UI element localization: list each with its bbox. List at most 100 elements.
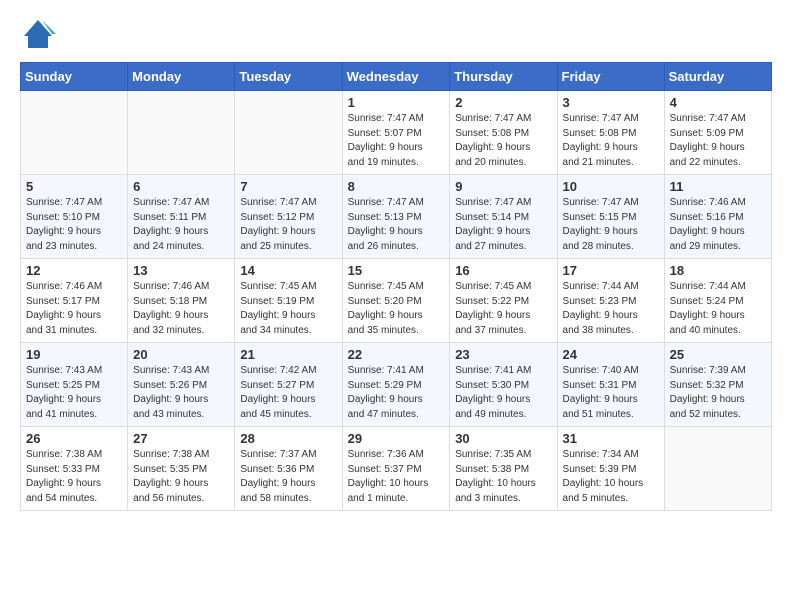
- day-number: 18: [670, 263, 766, 278]
- day-number: 25: [670, 347, 766, 362]
- day-info: Sunrise: 7:47 AM Sunset: 5:12 PM Dayligh…: [240, 196, 336, 254]
- calendar-cell: [664, 427, 771, 511]
- day-info: Sunrise: 7:47 AM Sunset: 5:08 PM Dayligh…: [563, 112, 659, 170]
- day-info: Sunrise: 7:35 AM Sunset: 5:38 PM Dayligh…: [455, 448, 551, 506]
- day-number: 30: [455, 431, 551, 446]
- calendar-cell: [128, 91, 235, 175]
- calendar-header: SundayMondayTuesdayWednesdayThursdayFrid…: [21, 63, 772, 91]
- day-info: Sunrise: 7:47 AM Sunset: 5:13 PM Dayligh…: [348, 196, 445, 254]
- day-number: 12: [26, 263, 122, 278]
- calendar-cell: 27 Sunrise: 7:38 AM Sunset: 5:35 PM Dayli…: [128, 427, 235, 511]
- calendar-cell: 3 Sunrise: 7:47 AM Sunset: 5:08 PM Daylig…: [557, 91, 664, 175]
- day-info: Sunrise: 7:46 AM Sunset: 5:17 PM Dayligh…: [26, 280, 122, 338]
- calendar-cell: 7 Sunrise: 7:47 AM Sunset: 5:12 PM Daylig…: [235, 175, 342, 259]
- calendar-week-row: 26 Sunrise: 7:38 AM Sunset: 5:33 PM Dayli…: [21, 427, 772, 511]
- weekday-header-tuesday: Tuesday: [235, 63, 342, 91]
- calendar-week-row: 5 Sunrise: 7:47 AM Sunset: 5:10 PM Daylig…: [21, 175, 772, 259]
- calendar-cell: [21, 91, 128, 175]
- day-number: 15: [348, 263, 445, 278]
- day-number: 5: [26, 179, 122, 194]
- logo: [20, 16, 60, 52]
- calendar-cell: 5 Sunrise: 7:47 AM Sunset: 5:10 PM Daylig…: [21, 175, 128, 259]
- day-number: 10: [563, 179, 659, 194]
- day-number: 7: [240, 179, 336, 194]
- day-info: Sunrise: 7:45 AM Sunset: 5:22 PM Dayligh…: [455, 280, 551, 338]
- day-number: 14: [240, 263, 336, 278]
- calendar-cell: 24 Sunrise: 7:40 AM Sunset: 5:31 PM Dayli…: [557, 343, 664, 427]
- calendar-cell: 14 Sunrise: 7:45 AM Sunset: 5:19 PM Dayli…: [235, 259, 342, 343]
- day-info: Sunrise: 7:41 AM Sunset: 5:29 PM Dayligh…: [348, 364, 445, 422]
- calendar-cell: 31Sunrise: 7:34 AM Sunset: 5:39 PM Dayli…: [557, 427, 664, 511]
- day-number: 3: [563, 95, 659, 110]
- day-info: Sunrise: 7:42 AM Sunset: 5:27 PM Dayligh…: [240, 364, 336, 422]
- calendar-week-row: 19 Sunrise: 7:43 AM Sunset: 5:25 PM Dayli…: [21, 343, 772, 427]
- day-info: Sunrise: 7:39 AM Sunset: 5:32 PM Dayligh…: [670, 364, 766, 422]
- day-number: 16: [455, 263, 551, 278]
- day-number: 22: [348, 347, 445, 362]
- day-number: 17: [563, 263, 659, 278]
- page: SundayMondayTuesdayWednesdayThursdayFrid…: [0, 0, 792, 527]
- day-number: 6: [133, 179, 229, 194]
- day-number: 26: [26, 431, 122, 446]
- calendar-cell: 29 Sunrise: 7:36 AM Sunset: 5:37 PM Dayli…: [342, 427, 450, 511]
- day-info: Sunrise: 7:44 AM Sunset: 5:24 PM Dayligh…: [670, 280, 766, 338]
- day-info: Sunrise: 7:44 AM Sunset: 5:23 PM Dayligh…: [563, 280, 659, 338]
- calendar-week-row: 12 Sunrise: 7:46 AM Sunset: 5:17 PM Dayli…: [21, 259, 772, 343]
- calendar-cell: 11Sunrise: 7:46 AM Sunset: 5:16 PM Dayli…: [664, 175, 771, 259]
- calendar-table: SundayMondayTuesdayWednesdayThursdayFrid…: [20, 62, 772, 511]
- day-number: 1: [348, 95, 445, 110]
- day-number: 24: [563, 347, 659, 362]
- weekday-header-wednesday: Wednesday: [342, 63, 450, 91]
- day-number: 23: [455, 347, 551, 362]
- day-info: Sunrise: 7:47 AM Sunset: 5:14 PM Dayligh…: [455, 196, 551, 254]
- weekday-header-sunday: Sunday: [21, 63, 128, 91]
- day-info: Sunrise: 7:43 AM Sunset: 5:26 PM Dayligh…: [133, 364, 229, 422]
- calendar-cell: 10Sunrise: 7:47 AM Sunset: 5:15 PM Dayli…: [557, 175, 664, 259]
- day-info: Sunrise: 7:47 AM Sunset: 5:08 PM Dayligh…: [455, 112, 551, 170]
- day-number: 21: [240, 347, 336, 362]
- day-number: 9: [455, 179, 551, 194]
- calendar-cell: 22 Sunrise: 7:41 AM Sunset: 5:29 PM Dayli…: [342, 343, 450, 427]
- day-number: 19: [26, 347, 122, 362]
- calendar-cell: 17 Sunrise: 7:44 AM Sunset: 5:23 PM Dayli…: [557, 259, 664, 343]
- day-info: Sunrise: 7:47 AM Sunset: 5:09 PM Dayligh…: [670, 112, 766, 170]
- calendar-cell: [235, 91, 342, 175]
- calendar-cell: 20 Sunrise: 7:43 AM Sunset: 5:26 PM Dayli…: [128, 343, 235, 427]
- day-info: Sunrise: 7:43 AM Sunset: 5:25 PM Dayligh…: [26, 364, 122, 422]
- calendar-cell: 19 Sunrise: 7:43 AM Sunset: 5:25 PM Dayli…: [21, 343, 128, 427]
- calendar-body: 1 Sunrise: 7:47 AM Sunset: 5:07 PM Daylig…: [21, 91, 772, 511]
- logo-icon: [20, 16, 56, 52]
- day-info: Sunrise: 7:41 AM Sunset: 5:30 PM Dayligh…: [455, 364, 551, 422]
- day-info: Sunrise: 7:38 AM Sunset: 5:35 PM Dayligh…: [133, 448, 229, 506]
- calendar-cell: 4Sunrise: 7:47 AM Sunset: 5:09 PM Daylig…: [664, 91, 771, 175]
- day-info: Sunrise: 7:36 AM Sunset: 5:37 PM Dayligh…: [348, 448, 445, 506]
- day-info: Sunrise: 7:40 AM Sunset: 5:31 PM Dayligh…: [563, 364, 659, 422]
- calendar-cell: 25 Sunrise: 7:39 AM Sunset: 5:32 PM Dayli…: [664, 343, 771, 427]
- weekday-header-monday: Monday: [128, 63, 235, 91]
- day-info: Sunrise: 7:37 AM Sunset: 5:36 PM Dayligh…: [240, 448, 336, 506]
- calendar-cell: 30 Sunrise: 7:35 AM Sunset: 5:38 PM Dayli…: [450, 427, 557, 511]
- calendar-cell: 21 Sunrise: 7:42 AM Sunset: 5:27 PM Dayli…: [235, 343, 342, 427]
- calendar-cell: 23 Sunrise: 7:41 AM Sunset: 5:30 PM Dayli…: [450, 343, 557, 427]
- day-info: Sunrise: 7:45 AM Sunset: 5:20 PM Dayligh…: [348, 280, 445, 338]
- day-number: 13: [133, 263, 229, 278]
- day-number: 11: [670, 179, 766, 194]
- weekday-header-saturday: Saturday: [664, 63, 771, 91]
- day-info: Sunrise: 7:45 AM Sunset: 5:19 PM Dayligh…: [240, 280, 336, 338]
- day-number: 28: [240, 431, 336, 446]
- day-number: 29: [348, 431, 445, 446]
- calendar-cell: 13Sunrise: 7:46 AM Sunset: 5:18 PM Dayli…: [128, 259, 235, 343]
- day-info: Sunrise: 7:47 AM Sunset: 5:07 PM Dayligh…: [348, 112, 445, 170]
- weekday-header-row: SundayMondayTuesdayWednesdayThursdayFrid…: [21, 63, 772, 91]
- calendar-cell: 15 Sunrise: 7:45 AM Sunset: 5:20 PM Dayli…: [342, 259, 450, 343]
- calendar-cell: 18 Sunrise: 7:44 AM Sunset: 5:24 PM Dayli…: [664, 259, 771, 343]
- day-info: Sunrise: 7:47 AM Sunset: 5:10 PM Dayligh…: [26, 196, 122, 254]
- calendar-cell: 1 Sunrise: 7:47 AM Sunset: 5:07 PM Daylig…: [342, 91, 450, 175]
- weekday-header-thursday: Thursday: [450, 63, 557, 91]
- day-info: Sunrise: 7:38 AM Sunset: 5:33 PM Dayligh…: [26, 448, 122, 506]
- calendar-cell: 28 Sunrise: 7:37 AM Sunset: 5:36 PM Dayli…: [235, 427, 342, 511]
- calendar-cell: 12 Sunrise: 7:46 AM Sunset: 5:17 PM Dayli…: [21, 259, 128, 343]
- day-number: 20: [133, 347, 229, 362]
- day-number: 27: [133, 431, 229, 446]
- calendar-cell: 8Sunrise: 7:47 AM Sunset: 5:13 PM Daylig…: [342, 175, 450, 259]
